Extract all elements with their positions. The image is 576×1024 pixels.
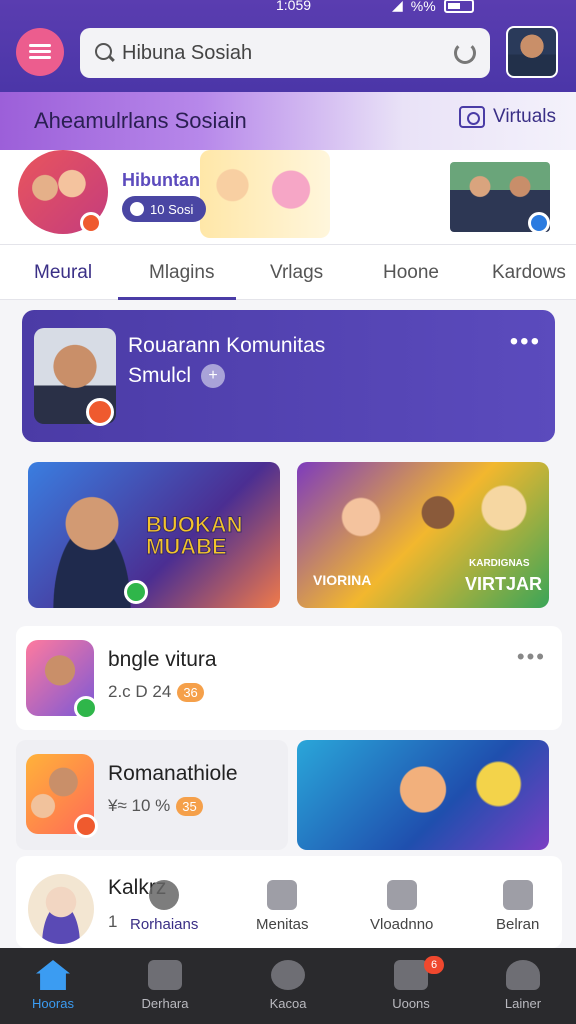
community-card[interactable]: Rouarann Komunitas Smulcl + ••• <box>22 310 555 442</box>
banner-2-subtitle: VIORINA <box>313 572 372 588</box>
nav-label: Lainer <box>504 996 542 1011</box>
battery-percent: %% <box>410 0 436 14</box>
battery-icon <box>443 0 474 13</box>
virtual-button-label: Virtuals <box>492 106 556 127</box>
community-subtitle-row: Smulcl + <box>128 364 226 388</box>
user-icon <box>506 960 540 990</box>
promo-banner-2[interactable]: VIORINA KARDIGNAS VIRTJAR <box>297 462 549 608</box>
community-title: Rouarann Komunitas <box>128 334 326 357</box>
nav-label: Uoons <box>392 996 430 1011</box>
live-badge-icon <box>74 814 98 838</box>
music-icon <box>130 202 144 216</box>
tab-vrlags[interactable]: Vrlags <box>270 262 323 284</box>
bars-icon <box>386 880 417 910</box>
search-bar[interactable] <box>80 28 490 78</box>
story-chip-label: 10 Sosi <box>150 201 194 217</box>
page-title: Aheamulrlans Sosiain <box>34 108 247 133</box>
bottom-navigation: Hooras Derhara Kacoa 6 Uoons Lainer <box>0 948 576 1024</box>
post-author: bngle vitura <box>108 648 217 671</box>
post-meta: ¥≈ 10 % 35 <box>108 796 203 816</box>
live-badge-icon <box>80 212 102 234</box>
search-input[interactable] <box>122 41 442 65</box>
home-icon <box>36 960 70 990</box>
story-illustration[interactable] <box>200 150 330 238</box>
nav-home[interactable]: Hooras <box>8 960 98 1011</box>
profile-avatar[interactable] <box>506 26 558 78</box>
banner-2-small: KARDIGNAS <box>469 558 530 569</box>
online-badge-icon <box>74 696 98 720</box>
more-options-icon[interactable]: ••• <box>510 328 541 356</box>
post-author: Romanathiole <box>108 762 238 785</box>
live-badge-icon <box>86 398 114 426</box>
post-meta-text: ¥≈ 10 % <box>108 796 171 815</box>
nav-label: Kacoa <box>269 996 307 1011</box>
tab-meural[interactable]: Meural <box>34 262 92 284</box>
shortcut-label: Rorhaians <box>130 916 199 933</box>
nav-uoons[interactable]: 6 Uoons <box>366 956 456 1011</box>
add-icon[interactable]: + <box>201 364 226 388</box>
post-meta-text: 1 <box>108 912 118 931</box>
post-count-chip: 36 <box>177 682 204 702</box>
feed: Rouarann Komunitas Smulcl + ••• BUOKAN M… <box>0 300 576 948</box>
tab-mlagins[interactable]: Mlagins <box>149 262 214 284</box>
stories-strip: Hibuntan 10 Sosi <box>0 150 576 242</box>
post-card[interactable]: Romanathiole ¥≈ 10 % 35 <box>16 740 288 850</box>
post-card[interactable]: bngle vitura 2.c D 24 36 ••• <box>16 626 562 730</box>
top-app-bar: 1:059 ◢ %% <box>0 0 576 92</box>
nav-kacoa[interactable]: Kacoa <box>243 960 333 1011</box>
nav-label: Hooras <box>32 996 74 1011</box>
inbox-icon <box>148 960 182 990</box>
subheader-banner: Aheamulrlans Sosiain Virtuals <box>0 92 576 150</box>
nav-label: Derhara <box>141 996 189 1011</box>
virtual-button[interactable]: Virtuals <box>458 106 556 128</box>
tab-hoone[interactable]: Hoone <box>383 262 439 284</box>
camera-icon <box>458 106 485 128</box>
twitter-bird-icon <box>528 212 550 234</box>
post-count-chip: 35 <box>176 796 203 816</box>
tab-bar: Meural Mlagins Vrlags Hoone Kardows <box>0 244 576 300</box>
refresh-icon[interactable] <box>454 42 476 64</box>
banner-2-title: VIRTJAR <box>465 574 543 594</box>
post-illustration[interactable] <box>297 740 549 850</box>
status-icons: ◢ %% <box>392 0 474 14</box>
banner-kids-illustration <box>317 472 537 562</box>
bag-icon <box>394 960 428 990</box>
shortcut-rorhaians[interactable]: Rorhaians <box>130 880 198 933</box>
chat-icon <box>149 880 180 910</box>
shortcut-label: Menitas <box>256 916 309 933</box>
shortcut-menitas[interactable]: Menitas <box>256 880 309 933</box>
menu-button[interactable] <box>16 28 64 76</box>
compass-icon <box>271 960 305 990</box>
story-label: Hibuntan <box>122 170 200 190</box>
status-bar: 1:059 ◢ %% <box>0 0 576 16</box>
shortcut-label: Belran <box>496 916 540 933</box>
shortcut-vloadnno[interactable]: Vloadnno <box>370 880 433 933</box>
hamburger-icon <box>29 44 51 60</box>
figure-icon <box>267 880 298 910</box>
banner-1-title: BUOKAN MUABE <box>146 512 244 559</box>
search-icon <box>94 42 116 64</box>
nav-derhara[interactable]: Derhara <box>120 960 210 1011</box>
post-meta: 2.c D 24 36 <box>108 682 204 702</box>
nav-lainer[interactable]: Lainer <box>478 960 568 1011</box>
notification-badge: 6 <box>424 956 444 974</box>
tab-kardows[interactable]: Kardows <box>492 262 566 284</box>
shortcut-label: Vloadnno <box>370 916 434 933</box>
post-avatar <box>28 874 94 944</box>
post-meta-text: 2.c D 24 <box>108 682 172 701</box>
status-time: 1:059 <box>276 0 312 13</box>
story-chip[interactable]: 10 Sosi <box>122 196 206 222</box>
promo-banner-1[interactable]: BUOKAN MUABE <box>28 462 280 608</box>
more-options-icon[interactable]: ••• <box>517 644 546 670</box>
signal-icon: ◢ <box>392 0 403 13</box>
community-subtitle: Smulcl <box>128 364 192 387</box>
shortcut-belran[interactable]: Belran <box>496 880 539 933</box>
gear-icon <box>502 880 533 910</box>
online-badge-icon <box>124 580 148 604</box>
